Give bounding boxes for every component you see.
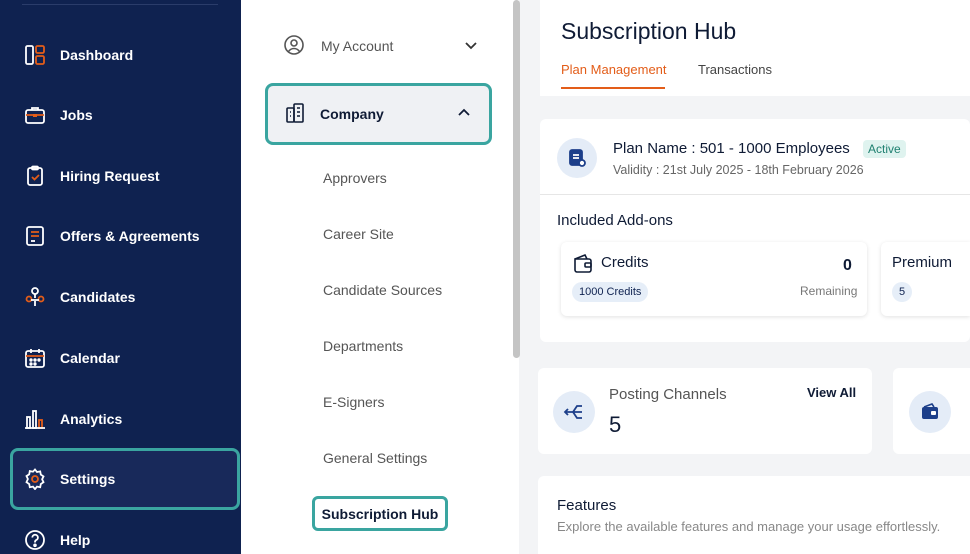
analytics-icon xyxy=(24,408,46,430)
dashboard-icon xyxy=(24,44,46,66)
user-circle-icon xyxy=(283,34,305,59)
company-item[interactable]: Company xyxy=(265,83,492,145)
sidebar-item-label: Settings xyxy=(60,471,116,487)
page-title: Subscription Hub xyxy=(561,18,737,44)
posting-channels-count: 5 xyxy=(609,412,622,437)
addon-name-credits: Credits xyxy=(601,254,649,271)
sidebar-item-help[interactable]: Help xyxy=(0,520,241,554)
document-icon xyxy=(24,225,46,247)
gear-icon xyxy=(24,468,46,490)
sidebar-item-candidates[interactable]: Candidates xyxy=(0,277,241,317)
briefcase-icon xyxy=(24,104,46,126)
sidebar-item-settings[interactable]: Settings xyxy=(10,448,240,510)
submenu-link-departments[interactable]: Departments xyxy=(323,338,403,354)
sidebar-item-calendar[interactable]: Calendar xyxy=(0,338,241,378)
posting-channels-label: Posting Channels xyxy=(609,386,727,403)
submenu-link-general-settings[interactable]: General Settings xyxy=(323,450,427,466)
sidebar-item-label: Calendar xyxy=(60,350,120,366)
sidebar-item-label: Analytics xyxy=(60,411,123,427)
sidebar-divider xyxy=(22,4,218,5)
sidebar-item-jobs[interactable]: Jobs xyxy=(0,95,241,135)
sidebar-item-label: Jobs xyxy=(60,107,93,123)
my-account-label: My Account xyxy=(321,38,394,54)
chevron-down-icon xyxy=(464,38,478,55)
tab-plan-management[interactable]: Plan Management xyxy=(561,62,667,77)
building-icon xyxy=(284,102,306,127)
clipboard-icon xyxy=(24,165,46,187)
sidebar-item-analytics[interactable]: Analytics xyxy=(0,399,241,439)
share-channels-icon xyxy=(553,391,595,433)
features-title: Features xyxy=(557,497,617,514)
addon-pill-premium: 5 xyxy=(892,282,913,302)
submenu-link-candidate-sources[interactable]: Candidate Sources xyxy=(323,282,442,298)
addon-remaining-label: Remaining xyxy=(800,284,858,298)
people-icon xyxy=(24,286,46,308)
view-all-link[interactable]: View All xyxy=(807,385,856,400)
active-tab-indicator xyxy=(561,87,665,89)
plan-name: Plan Name : 501 - 1000 Employees xyxy=(613,140,850,157)
sidebar-item-label: Hiring Request xyxy=(60,168,160,184)
chevron-up-icon xyxy=(457,106,471,123)
calendar-icon xyxy=(24,347,46,369)
sidebar-item-label: Help xyxy=(60,532,91,548)
submenu-link-approvers[interactable]: Approvers xyxy=(323,170,387,186)
submenu-link-career-site[interactable]: Career Site xyxy=(323,226,394,242)
help-icon xyxy=(24,529,46,551)
company-label: Company xyxy=(320,106,384,122)
features-card xyxy=(538,476,970,554)
main-header xyxy=(540,0,970,96)
sidebar-item-label: Candidates xyxy=(60,289,136,305)
my-account-item[interactable]: My Account xyxy=(283,34,478,58)
addon-name-premium: Premium xyxy=(892,254,953,271)
plan-validity: Validity : 21st July 2025 - 18th Februar… xyxy=(613,163,864,177)
sidebar-item-label: Offers & Agreements xyxy=(60,228,200,244)
sidebar-item-label: Dashboard xyxy=(60,47,134,63)
submenu-link-e-signers[interactable]: E-Signers xyxy=(323,394,384,410)
addon-pill-credits: 1000 Credits xyxy=(572,282,649,302)
tab-transactions[interactable]: Transactions xyxy=(698,62,772,77)
addon-count-credits: 0 xyxy=(843,257,852,274)
sidebar-item-offers-agreements[interactable]: Offers & Agreements xyxy=(0,216,241,256)
status-badge: Active xyxy=(863,140,906,158)
plan-divider xyxy=(540,194,970,195)
features-subtitle: Explore the available features and manag… xyxy=(557,519,941,534)
submenu-scrollbar[interactable] xyxy=(513,0,520,358)
addons-title: Included Add-ons xyxy=(557,212,673,229)
wallet-icon xyxy=(572,252,594,279)
wallet-card-icon xyxy=(909,391,951,433)
sidebar-item-dashboard[interactable]: Dashboard xyxy=(0,35,241,75)
sidebar-item-hiring-request[interactable]: Hiring Request xyxy=(0,156,241,196)
plan-document-icon xyxy=(557,138,597,178)
submenu-link-subscription-hub[interactable]: Subscription Hub xyxy=(312,496,448,531)
